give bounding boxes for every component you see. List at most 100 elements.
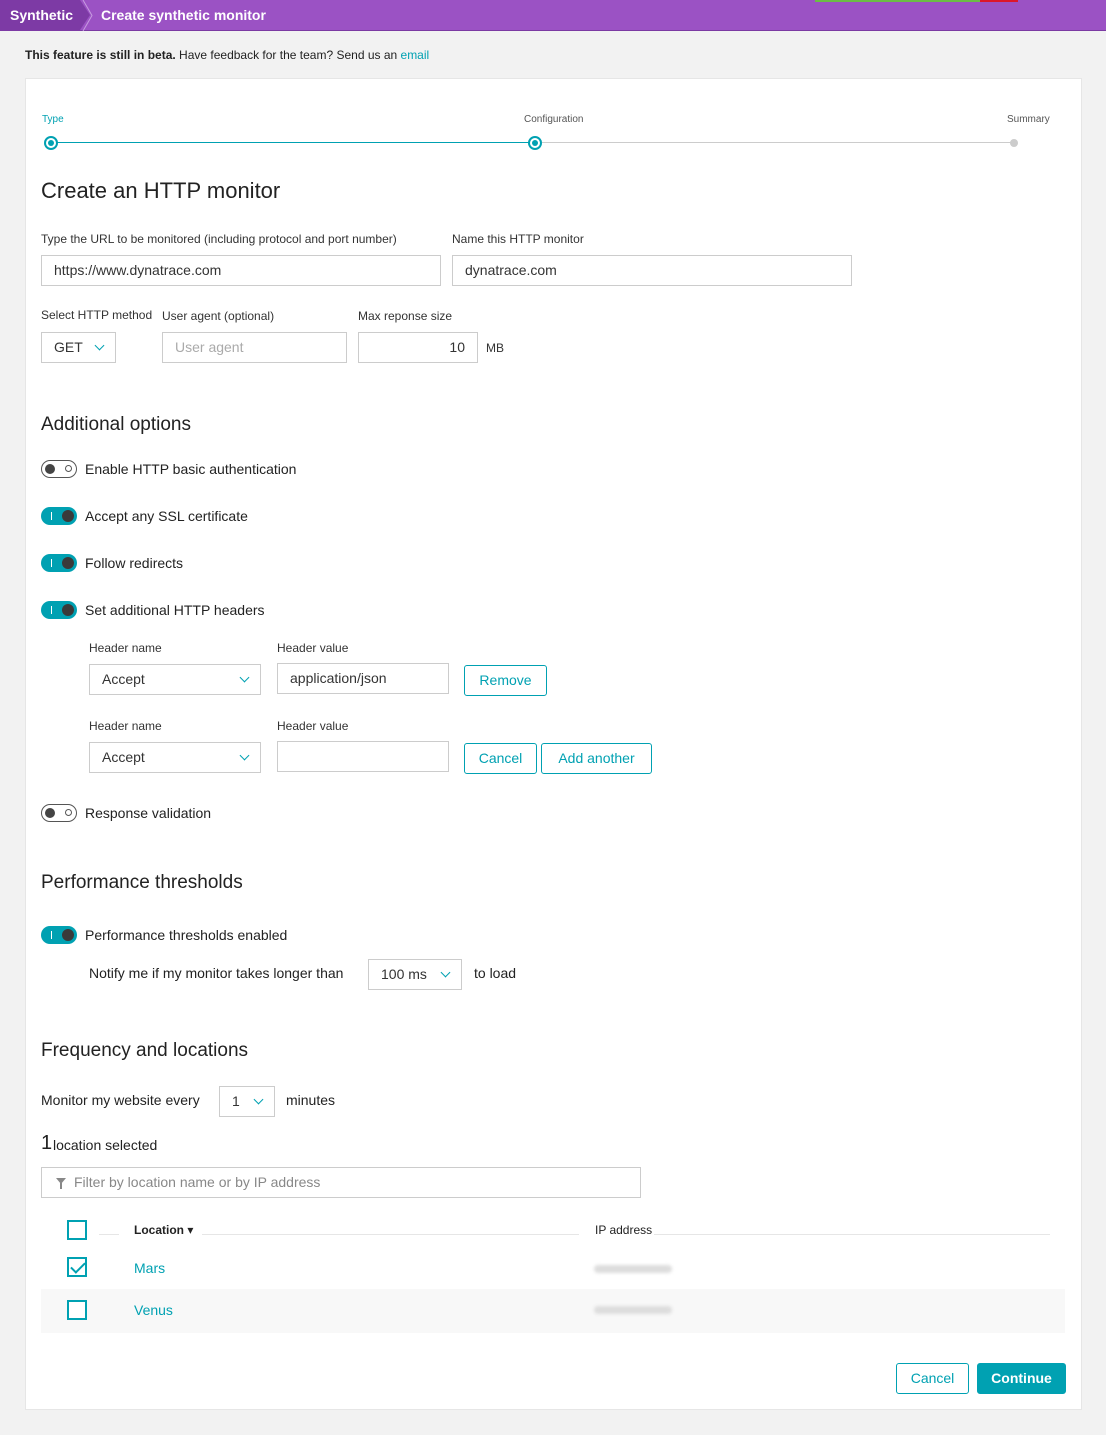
toggle-knob: [62, 929, 74, 941]
threshold-select[interactable]: 100 ms: [368, 959, 462, 990]
response-validation-label: Response validation: [85, 805, 212, 821]
performance-heading: Performance thresholds: [41, 872, 243, 893]
http-method-value: GET: [54, 339, 83, 355]
http-method-select[interactable]: GET: [41, 332, 116, 363]
beta-notice: This feature is still in beta. Have feed…: [25, 48, 429, 62]
toggle-knob: [62, 557, 74, 569]
step-configuration-dot: [528, 136, 542, 150]
ssl-toggle[interactable]: [41, 507, 77, 525]
max-size-label: Max reponse size: [358, 309, 453, 323]
chevron-down-icon: [94, 340, 105, 351]
header-name-select[interactable]: Accept: [89, 664, 261, 695]
wizard-card: Type Configuration Summary Create an HTT…: [25, 78, 1082, 1410]
ip-redacted: [594, 1265, 672, 1273]
basic-auth-label: Enable HTTP basic authentication: [85, 461, 297, 477]
cancel-header-button[interactable]: Cancel: [464, 743, 537, 774]
email-link[interactable]: email: [401, 48, 430, 62]
cancel-button[interactable]: Cancel: [896, 1363, 969, 1394]
ip-redacted: [594, 1306, 672, 1314]
page-title: Create an HTTP monitor: [41, 178, 281, 203]
toggle-on-icon: [51, 512, 52, 520]
threshold-value: 100 ms: [381, 966, 427, 982]
header-value-input[interactable]: application/json: [277, 663, 449, 694]
breadcrumb-root[interactable]: Synthetic: [0, 0, 80, 31]
max-size-unit: MB: [486, 341, 504, 355]
location-checkbox-venus[interactable]: [67, 1300, 87, 1320]
http-method-label: Select HTTP method: [41, 308, 153, 322]
frequency-prefix: Monitor my website every: [41, 1092, 200, 1108]
header-value-input[interactable]: [277, 741, 449, 772]
top-bar: Synthetic Create synthetic monitor: [0, 0, 1106, 31]
chevron-down-icon: [239, 672, 250, 683]
ssl-label: Accept any SSL certificate: [85, 508, 248, 524]
basic-auth-toggle[interactable]: [41, 460, 77, 478]
header-name-value: Accept: [102, 749, 145, 765]
header-name-value: Accept: [102, 671, 145, 687]
url-input[interactable]: https://www.dynatrace.com: [41, 255, 441, 286]
location-count: 1: [41, 1132, 53, 1154]
monitor-name-input[interactable]: dynatrace.com: [452, 255, 852, 286]
filter-placeholder: Filter by location name or by IP address: [74, 1174, 321, 1190]
header-name-select[interactable]: Accept: [89, 742, 261, 773]
header-divider: [202, 1234, 579, 1235]
toggle-knob: [62, 604, 74, 616]
frequency-suffix: minutes: [286, 1092, 336, 1108]
toggle-knob: [62, 510, 74, 522]
user-agent-input[interactable]: User agent: [162, 332, 347, 363]
toggle-knob: [45, 808, 55, 818]
location-name-mars[interactable]: Mars: [134, 1260, 165, 1276]
breadcrumb-current: Create synthetic monitor: [101, 7, 266, 23]
location-name-venus[interactable]: Venus: [134, 1302, 173, 1318]
add-another-button[interactable]: Add another: [541, 743, 652, 774]
chevron-down-icon: [239, 750, 250, 761]
location-checkbox-mars[interactable]: [67, 1257, 87, 1277]
header-name-label: Header name: [89, 641, 162, 655]
toggle-on-icon: [51, 559, 52, 567]
toggle-off-icon: [65, 465, 72, 472]
beta-text: Have feedback for the team? Send us an: [175, 48, 401, 62]
ip-column-header[interactable]: IP address: [595, 1223, 652, 1237]
user-agent-label: User agent (optional): [162, 309, 275, 323]
performance-enabled-label: Performance thresholds enabled: [85, 927, 288, 943]
header-value-label: Header value: [277, 641, 349, 655]
notify-prefix: Notify me if my monitor takes longer tha…: [89, 965, 344, 981]
additional-options-heading: Additional options: [41, 414, 191, 435]
chevron-down-icon: [253, 1094, 264, 1105]
redirects-label: Follow redirects: [85, 555, 184, 571]
headers-label: Set additional HTTP headers: [85, 602, 265, 618]
step-progress-line: [56, 142, 534, 143]
step-configuration-label: Configuration: [524, 114, 584, 125]
location-filter-input[interactable]: Filter by location name or by IP address: [41, 1167, 641, 1198]
step-type-dot: [44, 136, 58, 150]
remove-header-button[interactable]: Remove: [464, 665, 547, 696]
url-label: Type the URL to be monitored (including …: [41, 232, 397, 246]
continue-button[interactable]: Continue: [977, 1363, 1066, 1394]
performance-toggle[interactable]: [41, 926, 77, 944]
step-type-label: Type: [42, 114, 64, 125]
select-all-checkbox[interactable]: [67, 1220, 87, 1240]
step-summary-dot: [1010, 139, 1018, 147]
header-divider: [99, 1234, 119, 1235]
header-value-label: Header value: [277, 719, 349, 733]
header-divider: [654, 1234, 1050, 1235]
toggle-on-icon: [51, 931, 52, 939]
notify-suffix: to load: [474, 965, 517, 981]
frequency-select[interactable]: 1: [219, 1086, 275, 1117]
step-summary-label: Summary: [1007, 114, 1050, 125]
location-column-header[interactable]: Location ▾: [134, 1223, 193, 1237]
step-pending-line: [542, 142, 1012, 143]
frequency-heading: Frequency and locations: [41, 1040, 249, 1061]
toggle-on-icon: [51, 606, 52, 614]
redirects-toggle[interactable]: [41, 554, 77, 572]
beta-bold: This feature is still in beta.: [25, 48, 176, 62]
response-validation-toggle[interactable]: [41, 804, 77, 822]
max-size-input[interactable]: 10: [358, 332, 478, 363]
filter-icon: [56, 1178, 66, 1189]
headers-toggle[interactable]: [41, 601, 77, 619]
location-count-label: location selected: [53, 1137, 158, 1153]
header-name-label: Header name: [89, 719, 162, 733]
chevron-right-icon: [82, 0, 93, 31]
table-row-bg: [41, 1289, 1065, 1333]
status-strip-green: [815, 0, 980, 2]
status-strip-red: [980, 0, 1018, 2]
